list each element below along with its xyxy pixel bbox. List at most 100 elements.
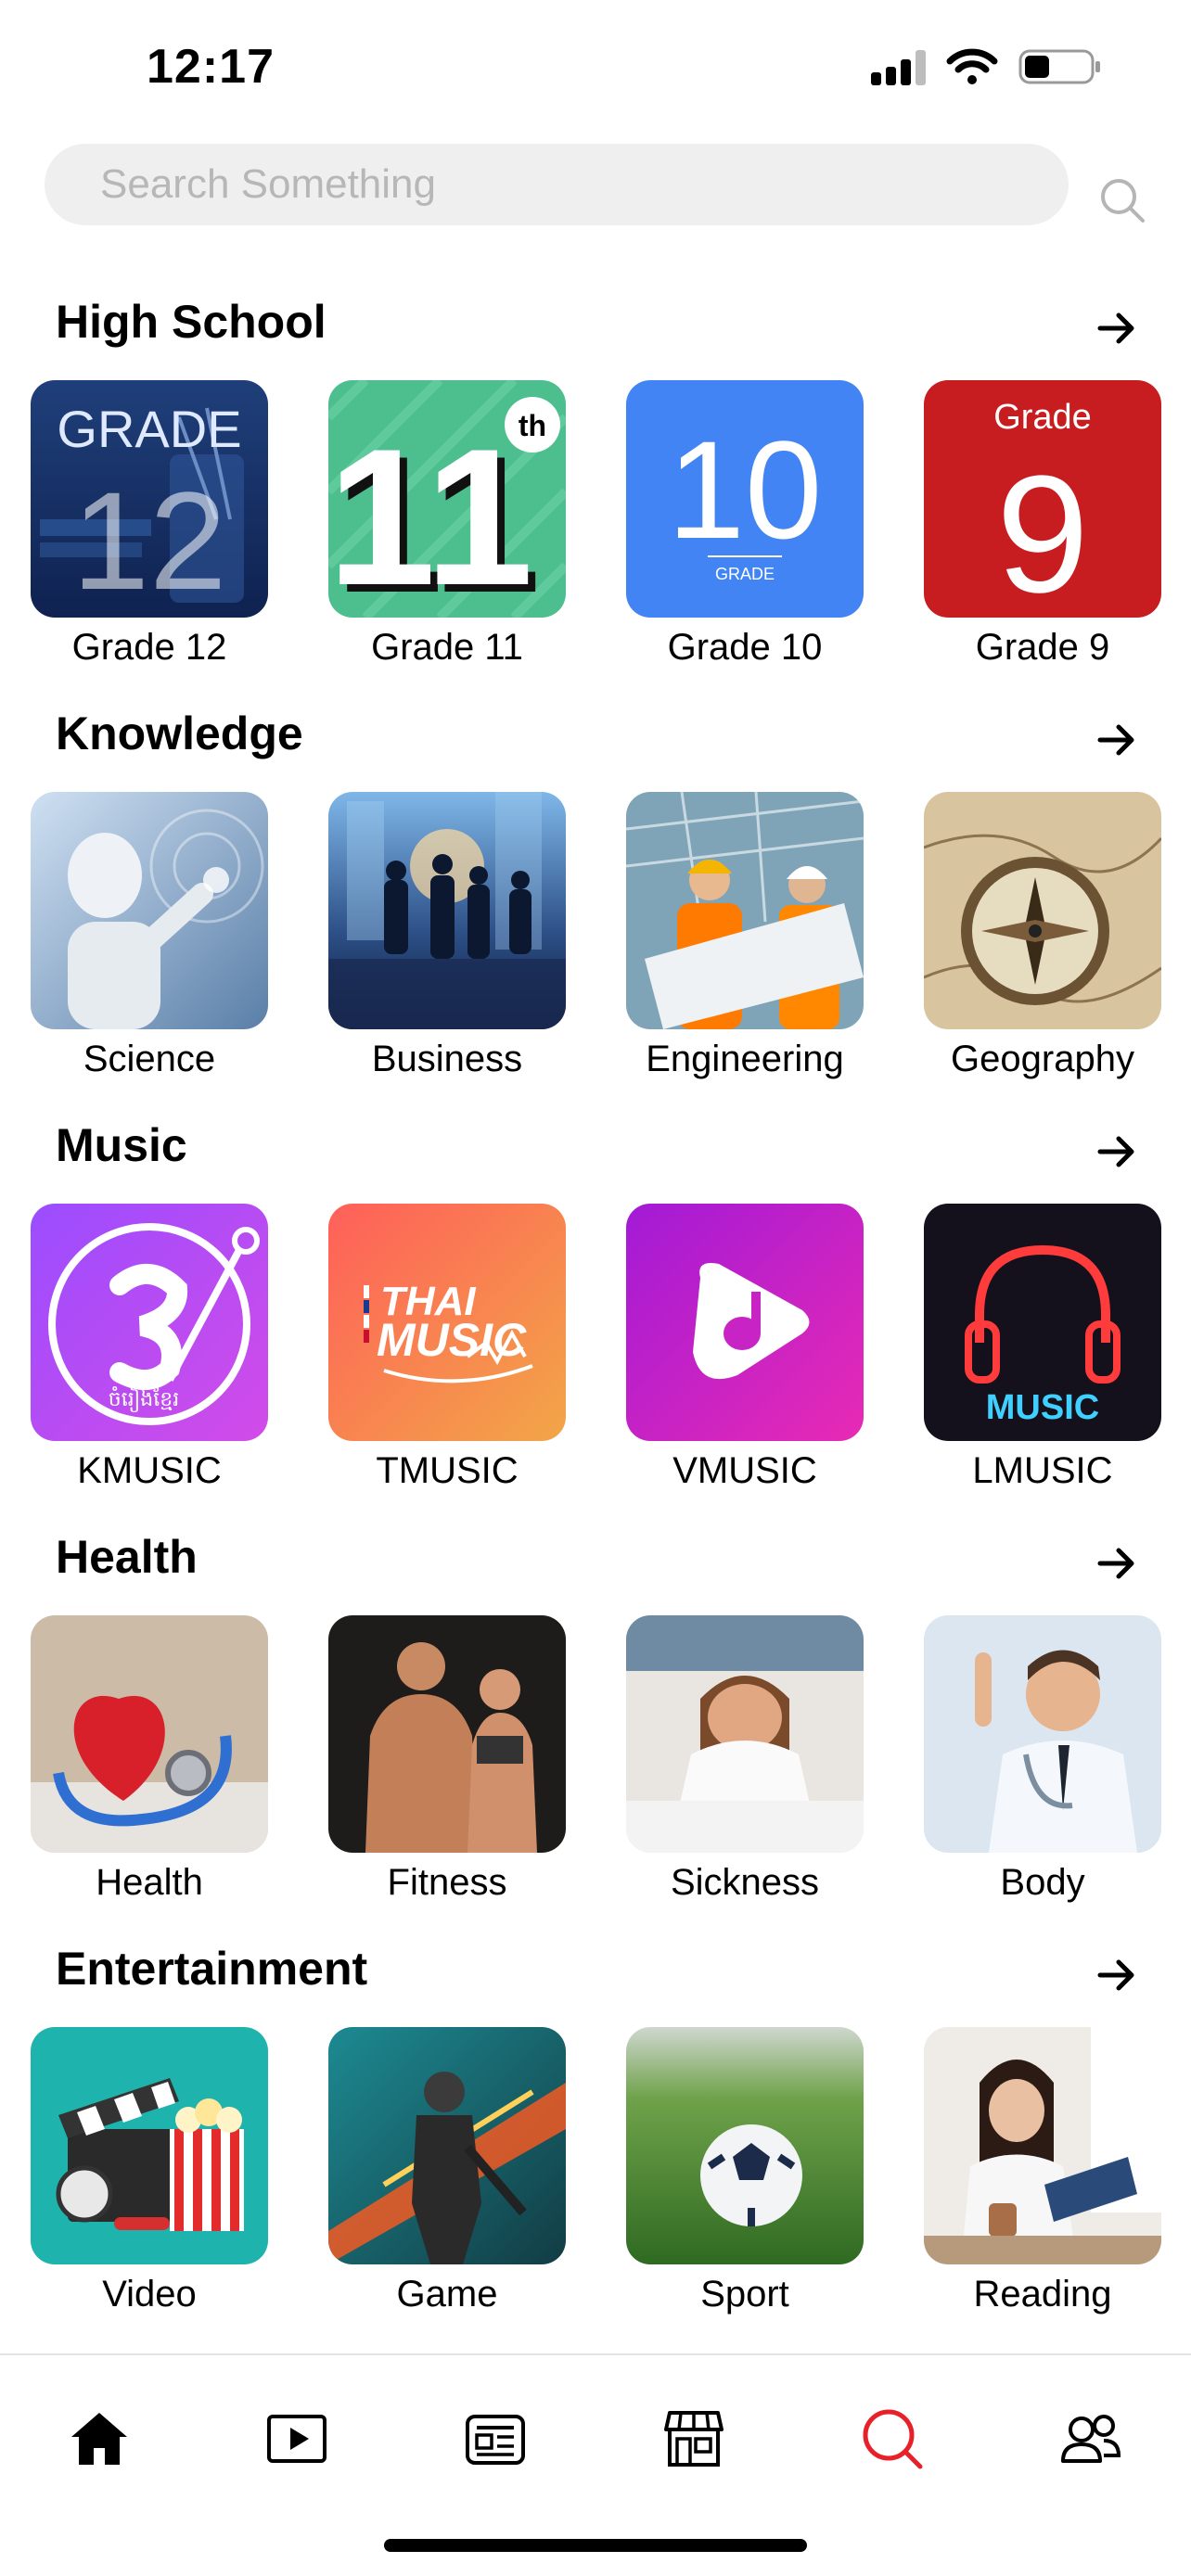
users-icon (1061, 2415, 1121, 2463)
status-time: 12:17 (147, 40, 275, 94)
tile-reading[interactable] (924, 2027, 1161, 2264)
tile-label-video: Video (102, 2274, 197, 2315)
tile-tmusic[interactable]: THAI MUSIC (328, 1204, 566, 1441)
section-title-health: Health (56, 1531, 198, 1583)
tile-label-grade-11: Grade 11 (371, 627, 523, 668)
clapperboard-popcorn-image (31, 2027, 268, 2264)
tile-label-fitness: Fitness (387, 1862, 507, 1903)
tile-label-vmusic: VMUSIC (672, 1450, 817, 1491)
tile-label-science: Science (83, 1039, 216, 1079)
search-icon (863, 2409, 923, 2469)
nav-users[interactable] (1054, 2402, 1128, 2476)
tile-health[interactable] (31, 1615, 268, 1853)
search-input[interactable] (45, 144, 1069, 225)
cellular-signal-icon (871, 48, 926, 85)
soccer-ball-image (626, 2027, 864, 2264)
arrow-right-icon[interactable] (1095, 1129, 1139, 1174)
arrow-right-icon[interactable] (1095, 1953, 1139, 1997)
grade-10-caption: GRADE (715, 565, 775, 583)
kmusic-logo: ចំរៀងខ្មែរ (31, 1204, 268, 1441)
tile-business[interactable] (328, 792, 566, 1029)
arrow-right-icon[interactable] (1095, 718, 1139, 762)
grade-9-top-text: Grade (993, 398, 1092, 437)
tmusic-line-2: MUSIC (377, 1314, 527, 1366)
section-title-knowledge: Knowledge (56, 708, 303, 759)
tile-label-reading: Reading (973, 2274, 1112, 2315)
nav-news[interactable] (458, 2402, 532, 2476)
tile-label-grade-10: Grade 10 (667, 627, 823, 668)
search-bar (45, 144, 1069, 225)
woman-reading-image (924, 2027, 1161, 2264)
tile-grade-10[interactable]: 10 GRADE (626, 380, 864, 618)
tile-label-lmusic: LMUSIC (972, 1450, 1113, 1491)
sick-woman-image (626, 1615, 864, 1853)
tile-label-sickness: Sickness (670, 1862, 820, 1903)
nav-home[interactable] (62, 2402, 136, 2476)
tile-vmusic[interactable] (626, 1204, 864, 1441)
tile-grade-9[interactable]: Grade 9 (924, 380, 1161, 618)
tile-label-sport: Sport (700, 2274, 789, 2315)
grade-12-top-text: GRADE (57, 400, 241, 458)
search-icon[interactable] (1096, 174, 1148, 226)
grade-12-number: 12 (72, 463, 227, 618)
arrow-right-icon[interactable] (1095, 306, 1139, 351)
store-icon (664, 2411, 724, 2467)
tile-grade-11[interactable]: 11 11 th (328, 380, 566, 618)
nav-video[interactable] (260, 2402, 334, 2476)
tile-label-grade-9: Grade 9 (975, 627, 1110, 668)
grade-11-suffix: th (519, 409, 546, 442)
status-bar: 12:17 (0, 0, 1191, 139)
vmusic-logo (626, 1204, 864, 1441)
play-icon (267, 2415, 327, 2463)
section-title-high-school: High School (56, 296, 327, 348)
tile-geography[interactable] (924, 792, 1161, 1029)
tile-game[interactable] (328, 2027, 566, 2264)
status-icons (871, 48, 1102, 85)
tile-science[interactable] (31, 792, 268, 1029)
grade-9-number: 9 (996, 441, 1089, 618)
tile-label-body: Body (1000, 1862, 1085, 1903)
engineers-image (626, 792, 864, 1029)
grade-12-image: GRADE 12 (31, 380, 268, 618)
section-title-music: Music (56, 1119, 187, 1171)
doctor-image (924, 1615, 1161, 1853)
kmusic-caption: ចំរៀងខ្មែរ (109, 1385, 179, 1412)
nav-search[interactable] (855, 2402, 929, 2476)
tile-label-kmusic: KMUSIC (77, 1450, 222, 1491)
nav-store[interactable] (657, 2402, 731, 2476)
tile-label-engineering: Engineering (646, 1039, 844, 1079)
grade-11-image: 11 11 th (328, 380, 566, 618)
home-indicator (384, 2539, 807, 2552)
tile-sport[interactable] (626, 2027, 864, 2264)
tile-label-geography: Geography (951, 1039, 1134, 1079)
lmusic-caption: MUSIC (986, 1388, 1099, 1427)
battery-icon (1018, 48, 1102, 85)
tile-kmusic[interactable]: ចំរៀងខ្មែរ (31, 1204, 268, 1441)
compass-map-image (924, 792, 1161, 1029)
arrow-right-icon[interactable] (1095, 1541, 1139, 1586)
tile-label-tmusic: TMUSIC (376, 1450, 519, 1491)
neon-headphones-logo: MUSIC (924, 1204, 1161, 1441)
heart-stethoscope-image (31, 1615, 268, 1853)
grade-10-number: 10 (668, 412, 823, 567)
home-icon (71, 2413, 127, 2465)
tile-label-health: Health (96, 1862, 203, 1903)
tile-engineering[interactable] (626, 792, 864, 1029)
tile-label-grade-12: Grade 12 (71, 627, 227, 668)
tile-video[interactable] (31, 2027, 268, 2264)
tile-grade-12[interactable]: GRADE 12 (31, 380, 268, 618)
section-title-entertainment: Entertainment (56, 1943, 368, 1995)
wifi-icon (946, 48, 998, 85)
thai-music-logo: THAI MUSIC (328, 1204, 566, 1441)
fitness-couple-image (328, 1615, 566, 1853)
tile-body[interactable] (924, 1615, 1161, 1853)
tile-sickness[interactable] (626, 1615, 864, 1853)
grade-9-image: Grade 9 (924, 380, 1161, 618)
tile-lmusic[interactable]: MUSIC (924, 1204, 1161, 1441)
soldier-game-image (328, 2027, 566, 2264)
tile-fitness[interactable] (328, 1615, 566, 1853)
business-people-image (328, 792, 566, 1029)
robot-image (31, 792, 268, 1029)
tile-label-game: Game (396, 2274, 498, 2315)
grade-11-number: 11 (328, 408, 533, 618)
